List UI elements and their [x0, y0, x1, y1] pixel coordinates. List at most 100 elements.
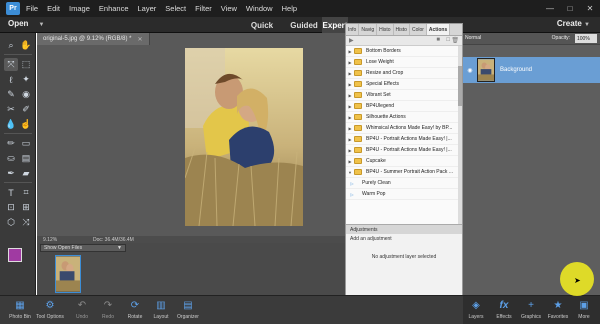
- folder-icon: [354, 158, 362, 164]
- sponge-tool-icon[interactable]: ✂: [4, 103, 18, 116]
- tab-info[interactable]: Info: [346, 24, 360, 35]
- marquee-tool-icon[interactable]: ⬚: [19, 58, 33, 71]
- trash-icon[interactable]: 🗑: [451, 37, 459, 44]
- expand-arrow-icon[interactable]: ▶: [346, 60, 354, 65]
- action-folder[interactable]: ▶ Resize and Crop: [346, 68, 462, 79]
- create-button[interactable]: Create ▼: [557, 19, 590, 28]
- show-open-files-select[interactable]: Show Open Files ▼: [40, 244, 126, 252]
- quick-selection-tool-icon[interactable]: ✎: [4, 88, 18, 101]
- smudge-tool-icon[interactable]: ☝: [19, 118, 33, 131]
- menu-edit[interactable]: Edit: [47, 4, 60, 13]
- layer-row-background[interactable]: ◉ Background: [463, 57, 600, 83]
- menu-view[interactable]: View: [221, 4, 237, 13]
- organizer-button[interactable]: ▤ Organizer: [168, 299, 208, 320]
- more-button[interactable]: ▣ More: [564, 299, 600, 320]
- action-item[interactable]: ▷ Purely Clean: [346, 178, 462, 189]
- close-icon[interactable]: ✕: [137, 36, 142, 43]
- expand-arrow-icon[interactable]: ▶: [346, 104, 354, 109]
- paint-bucket-tool-icon[interactable]: ⛀: [4, 152, 18, 165]
- open-button[interactable]: Open ▼: [8, 19, 44, 28]
- document-tab[interactable]: original-5.jpg @ 9.12% (RGB/8) * ✕: [37, 33, 150, 45]
- action-label: Special Effects: [366, 81, 399, 87]
- blur-tool-icon[interactable]: 💧: [4, 118, 18, 131]
- tab-actions[interactable]: Actions: [426, 24, 451, 35]
- magic-wand-tool-icon[interactable]: ✦: [19, 73, 33, 86]
- folder-icon: [354, 59, 362, 65]
- menu-select[interactable]: Select: [165, 4, 186, 13]
- opacity-field[interactable]: 100%: [575, 34, 597, 43]
- brush-tool-icon[interactable]: ✐: [19, 103, 33, 116]
- tab-color[interactable]: Color: [410, 24, 427, 35]
- action-folder[interactable]: ▶ Bottom Borders: [346, 46, 462, 57]
- zoom-level[interactable]: 9.12%: [43, 237, 83, 243]
- tab-histogram[interactable]: Histo: [377, 24, 394, 35]
- blend-mode-select[interactable]: Normal: [465, 35, 481, 41]
- foreground-color-swatch[interactable]: [8, 248, 22, 262]
- eye-tool-icon[interactable]: ◉: [19, 88, 33, 101]
- document-canvas[interactable]: original-5.jpg @ 9.12% (RGB/8) * ✕: [37, 33, 345, 236]
- gradient-tool-icon[interactable]: ▤: [19, 152, 33, 165]
- expand-arrow-icon[interactable]: ▶: [346, 93, 354, 98]
- favorites-icon: ★: [553, 300, 563, 311]
- menu-file[interactable]: File: [26, 4, 38, 13]
- action-folder[interactable]: ▶ Silhouette Actions: [346, 112, 462, 123]
- redeye-tool-icon[interactable]: ⬡: [4, 216, 18, 229]
- tab-history[interactable]: Histo: [394, 24, 410, 35]
- tab-navigator[interactable]: Navig: [359, 24, 378, 35]
- new-icon[interactable]: □: [446, 37, 450, 43]
- expand-arrow-icon[interactable]: ▶: [346, 49, 354, 54]
- menu-enhance[interactable]: Enhance: [99, 4, 129, 13]
- action-folder[interactable]: ▶ BP4U - Portrait Actions Made Easy! |...: [346, 145, 462, 156]
- menu-image[interactable]: Image: [69, 4, 90, 13]
- close-icon[interactable]: ✕: [580, 0, 600, 17]
- hand-tool-icon[interactable]: ✋: [19, 39, 33, 52]
- maximize-icon[interactable]: □: [560, 0, 580, 17]
- expand-arrow-icon[interactable]: ▶: [346, 115, 354, 120]
- stop-icon[interactable]: ■: [436, 37, 440, 43]
- action-folder[interactable]: ▶ Cupcake: [346, 156, 462, 167]
- menu-window[interactable]: Window: [246, 4, 273, 13]
- action-folder[interactable]: ▼ BP4U - Summer Portrait Action Pack ...: [346, 167, 462, 178]
- menu-layer[interactable]: Layer: [138, 4, 157, 13]
- expand-arrow-icon[interactable]: ▶: [346, 126, 354, 131]
- custom-shape-tool-icon[interactable]: ▰: [19, 167, 33, 180]
- play-icon[interactable]: ▷: [348, 192, 356, 197]
- lasso-tool-icon[interactable]: ℓ: [4, 73, 18, 86]
- content-aware-move-tool-icon[interactable]: ⤨: [19, 216, 33, 229]
- action-label: Cupcake: [366, 158, 386, 164]
- expand-arrow-icon[interactable]: ▶: [346, 82, 354, 87]
- recompose-tool-icon[interactable]: ⊡: [4, 201, 18, 214]
- expand-arrow-icon[interactable]: ▶: [346, 137, 354, 142]
- eraser-tool-icon[interactable]: ▭: [19, 137, 33, 150]
- action-folder[interactable]: ▶ BP4Ulegend: [346, 101, 462, 112]
- expand-arrow-icon[interactable]: ▶: [346, 148, 354, 153]
- action-folder[interactable]: ▶ Vibrant Set: [346, 90, 462, 101]
- tab-adjustments[interactable]: Adjustments: [346, 225, 462, 234]
- action-item[interactable]: ▷ Warm Pop: [346, 189, 462, 200]
- photo-thumbnail[interactable]: [55, 255, 81, 293]
- mode-guided-button[interactable]: Guided: [284, 17, 324, 33]
- eyedropper-tool-icon[interactable]: ✒: [4, 167, 18, 180]
- action-folder[interactable]: ▶ BP4U - Portrait Actions Made Easy! |...: [346, 134, 462, 145]
- action-folder[interactable]: ▶ Whimsical Actions Made Easy! by BP...: [346, 123, 462, 134]
- mode-quick-button[interactable]: Quick: [246, 17, 278, 33]
- minimize-icon[interactable]: —: [540, 0, 560, 17]
- expand-arrow-icon[interactable]: ▶: [346, 71, 354, 76]
- collapse-arrow-icon[interactable]: ▼: [346, 170, 354, 175]
- play-icon[interactable]: ▷: [348, 181, 356, 186]
- straighten-tool-icon[interactable]: ⊞: [19, 201, 33, 214]
- actions-scrollbar[interactable]: [458, 46, 462, 224]
- expand-arrow-icon[interactable]: ▶: [346, 159, 354, 164]
- scrollbar-thumb[interactable]: [458, 66, 462, 106]
- menu-help[interactable]: Help: [282, 4, 297, 13]
- crop-tool-icon[interactable]: ⌗: [19, 186, 33, 199]
- type-tool-icon[interactable]: T: [4, 186, 18, 199]
- action-folder[interactable]: ▶ Special Effects: [346, 79, 462, 90]
- action-folder[interactable]: ▶ Lose Weight: [346, 57, 462, 68]
- eye-icon[interactable]: ◉: [463, 67, 477, 74]
- menu-filter[interactable]: Filter: [195, 4, 212, 13]
- zoom-tool-icon[interactable]: ⌕: [4, 39, 18, 52]
- pencil-tool-icon[interactable]: ✏: [4, 137, 18, 150]
- move-tool-icon[interactable]: ⤧: [4, 58, 18, 71]
- play-icon[interactable]: ▶: [349, 37, 354, 44]
